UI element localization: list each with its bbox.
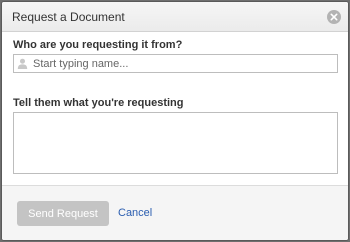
recipient-name-input[interactable] (33, 55, 333, 72)
cancel-link[interactable]: Cancel (118, 207, 152, 219)
request-label: Tell them what you're requesting (13, 97, 184, 109)
send-request-button[interactable]: Send Request (17, 201, 109, 226)
from-field[interactable] (13, 54, 338, 73)
close-x-glyph (330, 13, 338, 21)
dialog-titlebar: Request a Document (2, 2, 348, 32)
person-icon (17, 58, 28, 69)
request-details-textarea[interactable] (13, 112, 338, 174)
request-document-dialog: Request a Document Who are you requestin… (1, 1, 349, 241)
dialog-title: Request a Document (12, 10, 125, 24)
close-icon[interactable] (327, 10, 341, 24)
from-label: Who are you requesting it from? (13, 39, 183, 51)
dialog-footer: Send Request Cancel (2, 185, 348, 240)
